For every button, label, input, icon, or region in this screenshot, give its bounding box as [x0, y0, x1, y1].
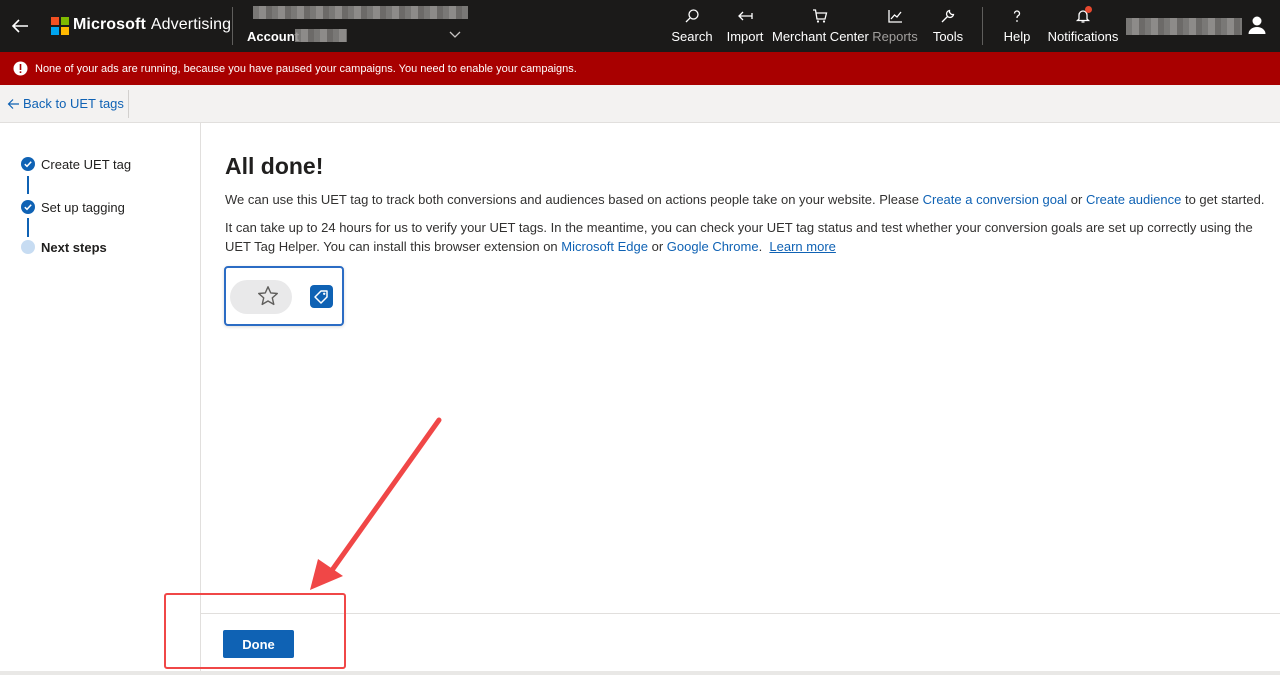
- error-icon: [13, 61, 28, 76]
- notification-badge: [1085, 6, 1092, 13]
- question-icon: [1013, 10, 1021, 22]
- import-icon: [738, 11, 753, 21]
- divider: [232, 7, 233, 45]
- star-icon: [258, 286, 278, 306]
- learn-more-link[interactable]: Learn more: [769, 239, 835, 254]
- redacted-account-name: [253, 6, 468, 19]
- footer-divider: [201, 613, 1280, 614]
- nav-reports[interactable]: Reports: [871, 8, 919, 46]
- nav-help-label: Help: [1003, 29, 1031, 44]
- intro-paragraph: We can use this UET tag to track both co…: [225, 190, 1265, 209]
- nav-merchant-center[interactable]: Merchant Center: [772, 8, 869, 46]
- main-content: All done! We can use this UET tag to tra…: [201, 123, 1280, 675]
- current-step-dot-icon: [21, 240, 35, 254]
- step-connector: [27, 218, 29, 237]
- cart-icon: [813, 9, 828, 23]
- back-link-label: Back to UET tags: [23, 96, 124, 111]
- create-conversion-goal-link[interactable]: Create a conversion goal: [923, 192, 1068, 207]
- back-to-uet-tags-link[interactable]: Back to UET tags: [7, 96, 124, 111]
- arrow-left-icon: [7, 99, 19, 109]
- redacted-account-id: [295, 29, 347, 42]
- annotation-highlight-box: [164, 593, 346, 669]
- redacted-user-name: [1126, 18, 1242, 35]
- nav-tools[interactable]: Tools: [927, 8, 969, 46]
- google-chrome-link[interactable]: Google Chrome: [667, 239, 759, 254]
- nav-help[interactable]: Help: [997, 8, 1037, 46]
- microsoft-logo-icon: [51, 17, 69, 35]
- uet-tag-helper-icon: [310, 285, 333, 308]
- uet-tag-helper-preview: [224, 266, 344, 326]
- nav-import-label: Import: [726, 29, 764, 44]
- divider: [128, 90, 129, 118]
- chevron-down-icon[interactable]: [448, 30, 462, 40]
- brand[interactable]: Microsoft Advertising: [73, 16, 231, 34]
- nav-notifications-label: Notifications: [1047, 29, 1119, 44]
- page-title: All done!: [225, 153, 324, 179]
- nav-tools-label: Tools: [932, 29, 964, 44]
- text: We can use this UET tag to track both co…: [225, 192, 923, 207]
- nav-reports-label: Reports: [872, 29, 918, 44]
- divider: [982, 7, 983, 45]
- step-label: Next steps: [41, 240, 107, 255]
- top-bar: Microsoft Advertising Account Search Impo…: [0, 0, 1280, 52]
- wrench-icon: [941, 9, 955, 23]
- check-circle-icon: [21, 157, 35, 171]
- back-arrow-icon[interactable]: [8, 14, 32, 38]
- chart-icon: [888, 10, 902, 23]
- check-circle-icon: [21, 200, 35, 214]
- user-avatar-icon[interactable]: [1246, 14, 1268, 36]
- nav-search-label: Search: [671, 29, 713, 44]
- text: to get started.: [1181, 192, 1265, 207]
- nav-import[interactable]: Import: [722, 8, 768, 46]
- text: or: [647, 239, 667, 254]
- nav-notifications[interactable]: Notifications: [1046, 6, 1120, 46]
- alert-banner: None of your ads are running, because yo…: [0, 52, 1280, 85]
- product-name: Advertising: [150, 16, 232, 33]
- alert-text: None of your ads are running, because yo…: [35, 63, 577, 75]
- bottom-edge: [0, 671, 1280, 675]
- search-icon: [685, 9, 699, 23]
- create-audience-link[interactable]: Create audience: [1086, 192, 1181, 207]
- step-connector: [27, 176, 29, 194]
- brand-name: Microsoft: [73, 16, 146, 33]
- verification-paragraph: It can take up to 24 hours for us to ver…: [225, 218, 1265, 256]
- text: or: [1067, 192, 1086, 207]
- back-link-bar: Back to UET tags: [0, 85, 1280, 123]
- account-label: Account: [247, 29, 299, 44]
- nav-search[interactable]: Search: [669, 8, 715, 46]
- step-label: Create UET tag: [41, 157, 132, 172]
- text: .: [758, 239, 770, 254]
- nav-merchant-center-label: Merchant Center: [772, 29, 869, 44]
- step-label: Set up tagging: [41, 200, 125, 215]
- microsoft-edge-link[interactable]: Microsoft Edge: [561, 239, 648, 254]
